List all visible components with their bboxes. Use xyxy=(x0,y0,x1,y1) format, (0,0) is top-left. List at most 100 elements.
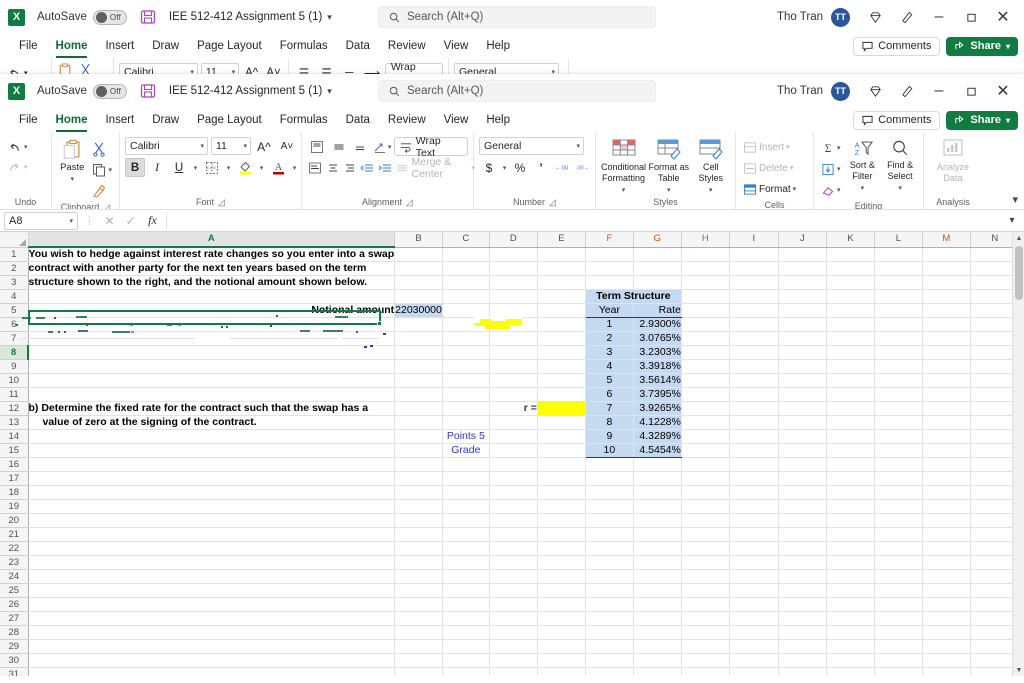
cell-b8[interactable] xyxy=(394,345,443,360)
cell-k31[interactable] xyxy=(826,667,875,676)
cell-b7[interactable] xyxy=(394,331,443,346)
align-bottom-button[interactable] xyxy=(350,137,370,156)
cell-h27[interactable] xyxy=(681,611,730,626)
term-structure-rate-7[interactable]: 3.9265% xyxy=(633,401,682,416)
cell-h5[interactable] xyxy=(681,303,730,318)
clipboard-dialog-launcher[interactable]: ◿ xyxy=(103,201,110,209)
cell-i21[interactable] xyxy=(729,527,779,542)
restore-button-bg[interactable] xyxy=(956,2,986,32)
row-header-22[interactable]: 22 xyxy=(0,541,29,556)
row-header-5[interactable]: 5 xyxy=(0,303,29,318)
column-header-g[interactable]: G xyxy=(633,232,682,248)
row-header-15[interactable]: 15 xyxy=(0,443,29,458)
cell-l4[interactable] xyxy=(874,289,923,304)
row-header-3[interactable]: 3 xyxy=(0,275,29,290)
cell-i26[interactable] xyxy=(729,597,779,612)
cell-a15[interactable] xyxy=(28,443,396,458)
column-header-b[interactable]: B xyxy=(394,232,443,248)
cell-m31[interactable] xyxy=(922,667,971,676)
cell-f26[interactable] xyxy=(585,597,634,612)
row-header-29[interactable]: 29 xyxy=(0,639,29,654)
cell-e9[interactable] xyxy=(537,359,586,374)
cell-m18[interactable] xyxy=(922,485,971,500)
cell-i31[interactable] xyxy=(729,667,779,676)
cell-i18[interactable] xyxy=(729,485,779,500)
cell-i9[interactable] xyxy=(729,359,779,374)
cell-c8[interactable] xyxy=(442,345,490,360)
cell-l7[interactable] xyxy=(874,331,923,346)
cell-e12-fixed-rate-input[interactable] xyxy=(537,401,586,416)
cell-b5-notional-amount[interactable]: 22030000 xyxy=(394,303,443,318)
cell-a28[interactable] xyxy=(28,625,396,640)
cell-d17[interactable] xyxy=(489,471,538,486)
cell-l13[interactable] xyxy=(874,415,923,430)
cell-k2[interactable] xyxy=(826,261,875,276)
cell-k24[interactable] xyxy=(826,569,875,584)
term-structure-year-5[interactable]: 5 xyxy=(585,373,634,388)
cell-b18[interactable] xyxy=(394,485,443,500)
term-structure-rate-10[interactable]: 4.5454% xyxy=(633,443,682,458)
term-structure-rate-5[interactable]: 3.5614% xyxy=(633,373,682,388)
cell-m26[interactable] xyxy=(922,597,971,612)
cell-d21[interactable] xyxy=(489,527,538,542)
cell-b23[interactable] xyxy=(394,555,443,570)
cancel-formula-icon[interactable]: ✕ xyxy=(101,214,118,228)
cell-j1[interactable] xyxy=(778,247,827,262)
cell-d3[interactable] xyxy=(489,275,538,290)
minimize-button[interactable]: – xyxy=(924,76,954,106)
cell-b1[interactable] xyxy=(394,247,443,262)
cell-i4[interactable] xyxy=(729,289,779,304)
cell-b12[interactable] xyxy=(394,401,443,416)
cell-l16[interactable] xyxy=(874,457,923,472)
cell-h28[interactable] xyxy=(681,625,730,640)
cell-j4[interactable] xyxy=(778,289,827,304)
cell-c25[interactable] xyxy=(442,583,490,598)
column-header-e[interactable]: E xyxy=(537,232,586,248)
menu-item-home[interactable]: Home xyxy=(47,111,97,132)
cell-i13[interactable] xyxy=(729,415,779,430)
cell-l3[interactable] xyxy=(874,275,923,290)
format-as-table-button[interactable]: Format as Table ▾ xyxy=(647,137,691,196)
comments-button[interactable]: Comments xyxy=(853,110,941,130)
cell-l12[interactable] xyxy=(874,401,923,416)
cell-j12[interactable] xyxy=(778,401,827,416)
cell-k15[interactable] xyxy=(826,443,875,458)
cell-k5[interactable] xyxy=(826,303,875,318)
term-structure-rate-6[interactable]: 3.7395% xyxy=(633,387,682,402)
cell-d12-r-label[interactable]: r = xyxy=(489,401,538,416)
cell-l30[interactable] xyxy=(874,653,923,668)
cell-l10[interactable] xyxy=(874,373,923,388)
cell-k18[interactable] xyxy=(826,485,875,500)
cell-k11[interactable] xyxy=(826,387,875,402)
cell-d2[interactable] xyxy=(489,261,538,276)
cell-e31[interactable] xyxy=(537,667,586,676)
cell-i15[interactable] xyxy=(729,443,779,458)
cell-h30[interactable] xyxy=(681,653,730,668)
term-structure-header-year[interactable]: Year xyxy=(585,303,634,318)
document-title[interactable]: IEE 512-412 Assignment 5 (1) xyxy=(169,85,322,97)
cell-m25[interactable] xyxy=(922,583,971,598)
cell-f28[interactable] xyxy=(585,625,634,640)
share-chevron-down-icon[interactable]: ▾ xyxy=(1006,42,1010,51)
borders-button[interactable] xyxy=(202,158,222,177)
cell-m8[interactable] xyxy=(922,345,971,360)
cell-b3[interactable] xyxy=(394,275,443,290)
cell-a20[interactable] xyxy=(28,513,396,528)
row-header-31[interactable]: 31 xyxy=(0,667,29,676)
term-structure-rate-2[interactable]: 3.0765% xyxy=(633,331,682,346)
cell-j16[interactable] xyxy=(778,457,827,472)
cell-d20[interactable] xyxy=(489,513,538,528)
cell-e11[interactable] xyxy=(537,387,586,402)
cell-j17[interactable] xyxy=(778,471,827,486)
cell-c18[interactable] xyxy=(442,485,490,500)
term-structure-rate-9[interactable]: 4.3289% xyxy=(633,429,682,444)
cell-b24[interactable] xyxy=(394,569,443,584)
conditional-formatting-button[interactable]: Conditional Formatting ▾ xyxy=(601,137,646,196)
row-header-16[interactable]: 16 xyxy=(0,457,29,472)
cell-b30[interactable] xyxy=(394,653,443,668)
column-header-m[interactable]: M xyxy=(922,232,971,248)
cell-e28[interactable] xyxy=(537,625,586,640)
cell-k21[interactable] xyxy=(826,527,875,542)
align-left-button[interactable] xyxy=(307,158,323,177)
cell-k4[interactable] xyxy=(826,289,875,304)
